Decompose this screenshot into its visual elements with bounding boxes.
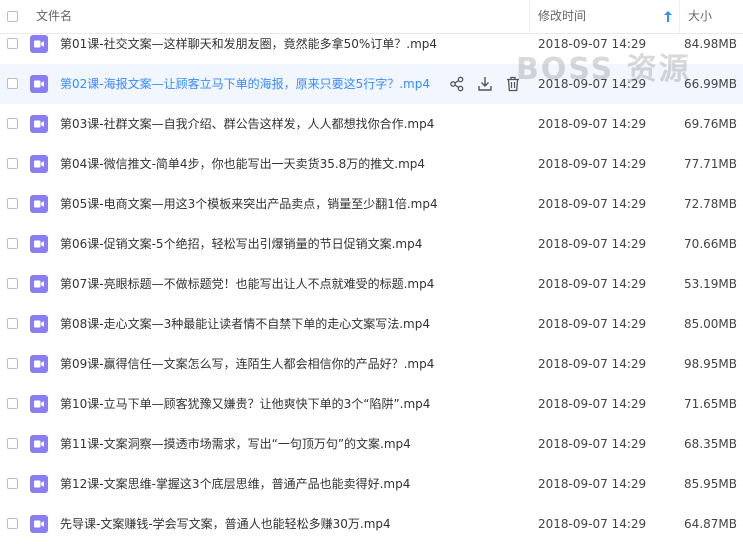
video-file-icon xyxy=(30,75,48,93)
file-name[interactable]: 第06课-促销文案-5个绝招，轻松写出引爆销量的节日促销文案.mp4 xyxy=(60,224,422,264)
row-checkbox[interactable] xyxy=(7,278,18,289)
file-name[interactable]: 第11课-文案洞察—摸透市场需求，写出“一句顶万句”的文案.mp4 xyxy=(60,424,411,464)
file-name[interactable]: 第07课-亮眼标题—不做标题党！也能写出让人不点就难受的标题.mp4 xyxy=(60,264,434,304)
file-name[interactable]: 第09课-赢得信任—文案怎么写，连陌生人都会相信你的产品好？.mp4 xyxy=(60,344,434,384)
file-size: 72.78MB xyxy=(684,197,737,211)
row-checkbox[interactable] xyxy=(7,518,18,529)
file-size: 98.95MB xyxy=(684,357,737,371)
video-file-icon xyxy=(30,155,48,173)
file-size: 85.00MB xyxy=(684,317,737,331)
row-checkbox[interactable] xyxy=(7,38,18,49)
row-checkbox[interactable] xyxy=(7,238,18,249)
video-file-icon xyxy=(30,35,48,53)
file-row[interactable]: 第05课-电商文案—用这3个模板来突出产品卖点，销量至少翻1倍.mp4 2018-… xyxy=(0,184,743,224)
file-size: 84.98MB xyxy=(684,37,737,51)
file-name[interactable]: 第10课-立马下单—顾客犹豫又嫌贵？让他爽快下单的3个“陷阱”.mp4 xyxy=(60,384,430,424)
file-name[interactable]: 第01课-社交文案—这样聊天和发朋友圈，竟然能多拿50%订单？.mp4 xyxy=(60,24,437,64)
sort-ascending-icon[interactable] xyxy=(664,11,672,22)
file-name[interactable]: 第12课-文案思维-掌握这3个底层思维，普通产品也能卖得好.mp4 xyxy=(60,464,410,504)
file-row[interactable]: 第07课-亮眼标题—不做标题党！也能写出让人不点就难受的标题.mp4 2018-0… xyxy=(0,264,743,304)
row-checkbox[interactable] xyxy=(7,198,18,209)
file-name[interactable]: 第05课-电商文案—用这3个模板来突出产品卖点，销量至少翻1倍.mp4 xyxy=(60,184,438,224)
video-file-icon xyxy=(30,395,48,413)
file-name[interactable]: 第08课-走心文案—3种最能让读者情不自禁下单的走心文案写法.mp4 xyxy=(60,304,430,344)
file-row[interactable]: 第12课-文案思维-掌握这3个底层思维，普通产品也能卖得好.mp4 2018-09… xyxy=(0,464,743,504)
file-size: 85.95MB xyxy=(684,477,737,491)
file-modified-time: 2018-09-07 14:29 xyxy=(538,157,647,171)
file-name[interactable]: 先导课-文案赚钱-学会写文案，普通人也能轻松多赚30万.mp4 xyxy=(60,504,391,544)
video-file-icon xyxy=(30,195,48,213)
video-file-icon xyxy=(30,315,48,333)
row-checkbox[interactable] xyxy=(7,78,18,89)
file-modified-time: 2018-09-07 14:29 xyxy=(538,277,647,291)
file-size: 71.65MB xyxy=(684,397,737,411)
file-name[interactable]: 第04课-微信推文-简单4步，你也能写出一天卖货35.8万的推文.mp4 xyxy=(60,144,425,184)
file-size: 70.66MB xyxy=(684,237,737,251)
file-size: 66.99MB xyxy=(684,77,737,91)
share-icon[interactable] xyxy=(448,75,466,93)
file-row[interactable]: 第09课-赢得信任—文案怎么写，连陌生人都会相信你的产品好？.mp4 2018-0… xyxy=(0,344,743,384)
file-modified-time: 2018-09-07 14:29 xyxy=(538,517,647,531)
video-file-icon xyxy=(30,355,48,373)
file-modified-time: 2018-09-07 14:29 xyxy=(538,197,647,211)
video-file-icon xyxy=(30,235,48,253)
file-size: 68.35MB xyxy=(684,437,737,451)
file-row[interactable]: 第03课-社群文案—自我介绍、群公告这样发，人人都想找你合作.mp4 2018-0… xyxy=(0,104,743,144)
file-row[interactable]: 第11课-文案洞察—摸透市场需求，写出“一句顶万句”的文案.mp4 2018-09… xyxy=(0,424,743,464)
video-file-icon xyxy=(30,515,48,533)
row-checkbox[interactable] xyxy=(7,118,18,129)
row-checkbox[interactable] xyxy=(7,358,18,369)
file-size: 77.71MB xyxy=(684,157,737,171)
file-size: 53.19MB xyxy=(684,277,737,291)
select-all-checkbox[interactable] xyxy=(7,11,18,22)
video-file-icon xyxy=(30,475,48,493)
file-name[interactable]: 第03课-社群文案—自我介绍、群公告这样发，人人都想找你合作.mp4 xyxy=(60,104,434,144)
file-modified-time: 2018-09-07 14:29 xyxy=(538,477,647,491)
file-modified-time: 2018-09-07 14:29 xyxy=(538,357,647,371)
row-checkbox[interactable] xyxy=(7,318,18,329)
file-modified-time: 2018-09-07 14:29 xyxy=(538,437,647,451)
file-modified-time: 2018-09-07 14:29 xyxy=(538,237,647,251)
file-name[interactable]: 第02课-海报文案—让顾客立马下单的海报，原来只要这5行字？.mp4 xyxy=(60,64,430,104)
file-size: 69.76MB xyxy=(684,117,737,131)
file-modified-time: 2018-09-07 14:29 xyxy=(538,397,647,411)
download-icon[interactable] xyxy=(476,75,494,93)
file-row[interactable]: 先导课-文案赚钱-学会写文案，普通人也能轻松多赚30万.mp4 2018-09-0… xyxy=(0,504,743,544)
file-row[interactable]: 第08课-走心文案—3种最能让读者情不自禁下单的走心文案写法.mp4 2018-0… xyxy=(0,304,743,344)
row-checkbox[interactable] xyxy=(7,158,18,169)
file-row[interactable]: 第10课-立马下单—顾客犹豫又嫌贵？让他爽快下单的3个“陷阱”.mp4 2018-… xyxy=(0,384,743,424)
file-row[interactable]: 第04课-微信推文-简单4步，你也能写出一天卖货35.8万的推文.mp4 2018… xyxy=(0,144,743,184)
video-file-icon xyxy=(30,435,48,453)
video-file-icon xyxy=(30,115,48,133)
video-file-icon xyxy=(30,275,48,293)
row-checkbox[interactable] xyxy=(7,478,18,489)
file-modified-time: 2018-09-07 14:29 xyxy=(538,117,647,131)
watermark: BOSS 资源 xyxy=(516,52,691,87)
row-checkbox[interactable] xyxy=(7,398,18,409)
file-modified-time: 2018-09-07 14:29 xyxy=(538,317,647,331)
file-row[interactable]: 第06课-促销文案-5个绝招，轻松写出引爆销量的节日促销文案.mp4 2018-0… xyxy=(0,224,743,264)
file-size: 64.87MB xyxy=(684,517,737,531)
row-checkbox[interactable] xyxy=(7,438,18,449)
